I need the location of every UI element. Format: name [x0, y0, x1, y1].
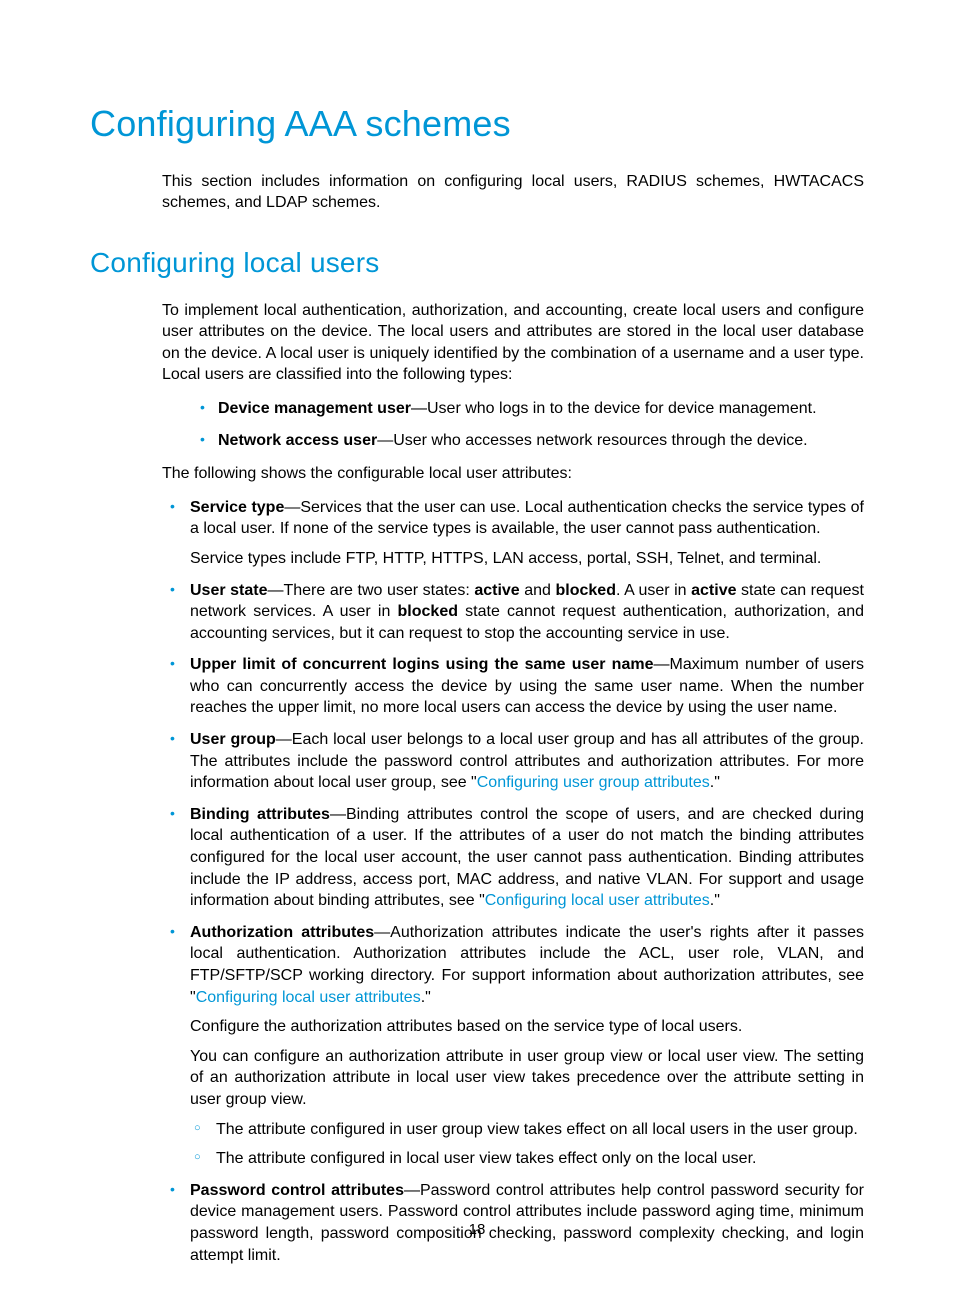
bold-inline: blocked — [556, 582, 616, 599]
heading-1: Configuring AAA schemes — [90, 100, 864, 149]
term-desc-tail: ." — [421, 989, 431, 1006]
list-item-user-state: User state—There are two user states: ac… — [162, 580, 864, 645]
list-item-binding: Binding attributes—Binding attributes co… — [162, 804, 864, 912]
bold-inline: blocked — [398, 603, 458, 620]
sub-paragraph: Configure the authorization attributes b… — [190, 1016, 864, 1038]
cross-ref-link[interactable]: Configuring user group attributes — [477, 774, 710, 791]
list-item-service-type: Service type—Services that the user can … — [162, 497, 864, 570]
term-desc-tail: ." — [710, 892, 720, 909]
attribute-list: Service type—Services that the user can … — [162, 497, 864, 1266]
bold-term: Binding attributes — [190, 806, 330, 823]
list-item: Device management user—User who logs in … — [162, 398, 864, 420]
heading-2: Configuring local users — [90, 244, 864, 282]
sub-paragraph: Service types include FTP, HTTP, HTTPS, … — [190, 548, 864, 570]
bold-term: Password control attributes — [190, 1182, 404, 1199]
cross-ref-link[interactable]: Configuring local user attributes — [196, 989, 421, 1006]
seg: . A user in — [616, 582, 691, 599]
list-item-upper-limit: Upper limit of concurrent logins using t… — [162, 654, 864, 719]
list-item-authorization: Authorization attributes—Authorization a… — [162, 922, 864, 1170]
bold-term: Service type — [190, 499, 284, 516]
bold-term: User state — [190, 582, 267, 599]
page-number: 18 — [0, 1220, 954, 1240]
list-item: Network access user—User who accesses ne… — [162, 430, 864, 452]
sub-paragraph: You can configure an authorization attri… — [190, 1046, 864, 1111]
term-desc: —User who logs in to the device for devi… — [411, 400, 817, 417]
term-desc: —Services that the user can use. Local a… — [190, 499, 864, 538]
bold-inline: active — [474, 582, 519, 599]
local-users-paragraph: To implement local authentication, autho… — [162, 300, 864, 386]
intro-block: This section includes information on con… — [162, 171, 864, 214]
seg: and — [520, 582, 556, 599]
attrs-lead-paragraph: The following shows the configurable loc… — [162, 463, 864, 485]
cross-ref-link[interactable]: Configuring local user attributes — [485, 892, 710, 909]
bold-term: Authorization attributes — [190, 924, 374, 941]
list-item-user-group: User group—Each local user belongs to a … — [162, 729, 864, 794]
sub-list-item: The attribute configured in user group v… — [190, 1119, 864, 1141]
bold-term: Network access user — [218, 432, 377, 449]
intro-paragraph: This section includes information on con… — [162, 171, 864, 214]
section-body: To implement local authentication, autho… — [162, 300, 864, 1267]
seg: —There are two user states: — [267, 582, 474, 599]
bold-term: User group — [190, 731, 276, 748]
user-type-list: Device management user—User who logs in … — [162, 398, 864, 451]
sub-list: The attribute configured in user group v… — [190, 1119, 864, 1170]
sub-list-item: The attribute configured in local user v… — [190, 1148, 864, 1170]
term-desc: —User who accesses network resources thr… — [377, 432, 807, 449]
bold-inline: active — [691, 582, 736, 599]
bold-term: Upper limit of concurrent logins using t… — [190, 656, 653, 673]
bold-term: Device management user — [218, 400, 411, 417]
term-desc-tail: ." — [710, 774, 720, 791]
page-content: Configuring AAA schemes This section inc… — [0, 0, 954, 1266]
